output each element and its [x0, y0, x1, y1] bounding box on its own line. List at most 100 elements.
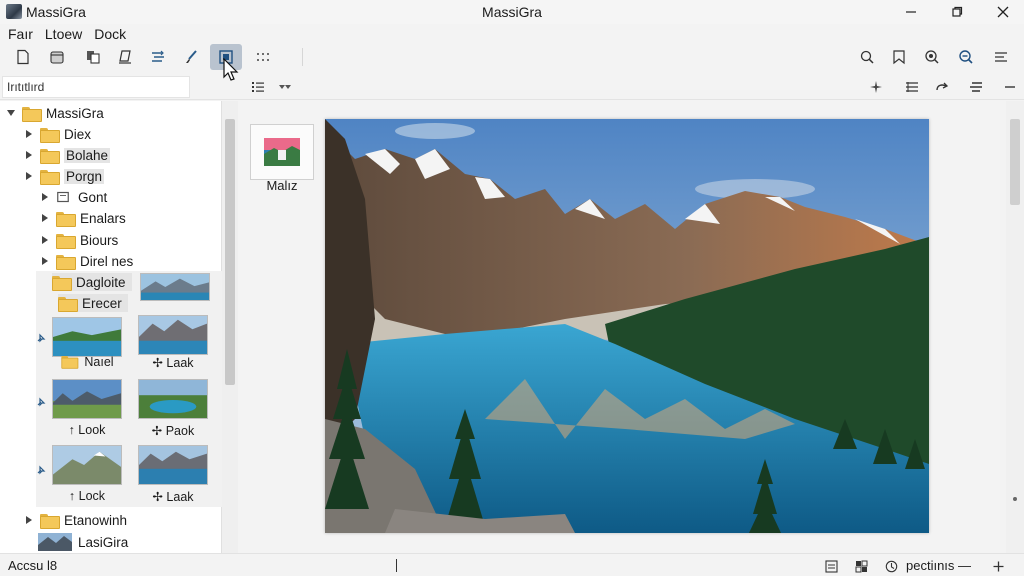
redo-icon[interactable]: [932, 78, 952, 96]
tree-item-bolahe[interactable]: Bolahe: [24, 145, 111, 165]
tree-item-label: Gont: [78, 189, 108, 205]
page-icon[interactable]: [822, 557, 840, 575]
status-bar: Accsu l8 pectiınıs —: [0, 553, 1024, 576]
tree-item-direl-nes[interactable]: Direl nes: [40, 251, 133, 271]
thumbnail-image[interactable]: [52, 445, 122, 485]
copy-icon[interactable]: [80, 44, 106, 70]
chevron-right-icon[interactable]: [24, 150, 34, 160]
tree-item-label: Bolahe: [64, 147, 111, 163]
plus-icon[interactable]: [989, 557, 1007, 575]
secondary-toolbar: [0, 74, 1024, 100]
tree-scrollbar[interactable]: [222, 101, 238, 553]
folder-icon: [56, 211, 76, 227]
content-scrollbar-thumb[interactable]: [1010, 119, 1020, 205]
menu-dock[interactable]: Dock: [94, 24, 126, 44]
filter-input[interactable]: [2, 76, 190, 98]
tree-item-diex[interactable]: Diex: [24, 124, 91, 144]
sparkle-icon[interactable]: [866, 78, 886, 96]
zoom-level-text: pectiınıs —: [906, 558, 972, 573]
pin-icon[interactable]: [36, 463, 46, 475]
grid-icon[interactable]: [250, 44, 276, 70]
chevron-right-icon[interactable]: [24, 515, 34, 525]
tree-item-label: Dagloite: [76, 274, 126, 290]
layout-icon[interactable]: [852, 557, 870, 575]
chevron-right-icon[interactable]: [24, 171, 34, 181]
tree-root-label: MassiGra: [46, 105, 104, 121]
title-bar: MassiGra MassiGra: [0, 0, 1024, 24]
tree-item-biours[interactable]: Biours: [40, 230, 118, 250]
status-text: Accsu l8: [8, 558, 58, 573]
pin-icon[interactable]: [36, 331, 46, 343]
close-button[interactable]: [980, 0, 1024, 24]
landscape-image: [325, 119, 929, 533]
minus-icon[interactable]: [1000, 78, 1020, 96]
minimize-button[interactable]: [888, 0, 934, 24]
tree-item-gont[interactable]: Gont: [40, 187, 107, 207]
tree-item-label: Direl nes: [80, 253, 134, 269]
new-file-icon[interactable]: [10, 44, 36, 70]
thumbnail-caption: Naıel: [48, 355, 126, 369]
menu-file[interactable]: Faır: [8, 24, 33, 44]
menu-bar: Faır Ltoew Dock: [0, 24, 1024, 44]
menu-view[interactable]: Ltoew: [45, 24, 82, 44]
chevron-down-icon[interactable]: [6, 108, 16, 118]
tree-item-porgn[interactable]: Porgn: [24, 166, 105, 186]
folder-icon: [61, 355, 79, 369]
list-view-icon[interactable]: [248, 78, 268, 96]
bookmark-icon[interactable]: [886, 44, 912, 70]
maximize-button[interactable]: [934, 0, 980, 24]
thumbnail-image[interactable]: [52, 379, 122, 419]
thumbnail-panel: Dagloite Erecer Naıel ✢ Laak ↑ Look ✢ Pa…: [36, 271, 222, 507]
tree-item-label: Diex: [64, 126, 92, 142]
tree-scrollbar-thumb[interactable]: [225, 119, 235, 385]
thumbnail-image[interactable]: [52, 317, 122, 357]
image-preview[interactable]: [325, 119, 929, 533]
align-icon[interactable]: [966, 78, 986, 96]
document-icon: [56, 191, 70, 203]
thumbnail-image[interactable]: [140, 273, 210, 301]
view-dropdown-icon[interactable]: [274, 78, 294, 96]
folder-icon: [56, 254, 76, 270]
pin-icon[interactable]: [36, 395, 46, 407]
folder-icon: [40, 513, 60, 529]
folder-icon: [52, 275, 72, 291]
thumbnail-image[interactable]: [138, 445, 208, 485]
zoom-in-icon[interactable]: [919, 44, 945, 70]
folder-icon: [40, 148, 60, 164]
thumbnail-image[interactable]: [138, 379, 208, 419]
chevron-right-icon[interactable]: [40, 235, 50, 245]
content-scrollbar[interactable]: [1006, 101, 1024, 553]
tree-item-etanowinh[interactable]: Etanowinh: [24, 510, 127, 530]
thumbnail-image[interactable]: [138, 315, 208, 355]
menu-icon[interactable]: [988, 44, 1014, 70]
tree-item-dagloite[interactable]: Dagloite: [52, 273, 132, 291]
eraser-icon[interactable]: [112, 44, 138, 70]
chevron-right-icon[interactable]: [40, 213, 50, 223]
file-thumbnail[interactable]: [250, 124, 314, 180]
tree-item-lasigira[interactable]: LasiGira: [38, 532, 128, 552]
tree-root[interactable]: MassiGra: [6, 103, 104, 123]
zoom-dial-icon[interactable]: [882, 557, 900, 575]
list-icon[interactable]: [902, 78, 922, 96]
app-window: MassiGra MassiGra Faır Ltoew Dock Irıtıt…: [0, 0, 1024, 576]
thumbnail-caption: ↑ Lock: [68, 489, 106, 503]
chevron-right-icon[interactable]: [24, 129, 34, 139]
brush-icon[interactable]: [178, 44, 204, 70]
transform-icon[interactable]: [145, 44, 171, 70]
folder-icon: [40, 169, 60, 185]
image-icon: [38, 533, 72, 551]
tree-item-label: Etanowinh: [64, 512, 128, 528]
thumbnail-caption: ✢ Paok: [151, 424, 195, 438]
search-icon[interactable]: [854, 44, 880, 70]
open-archive-icon[interactable]: [44, 44, 70, 70]
image-file-icon: [264, 138, 300, 166]
zoom-out-icon[interactable]: [953, 44, 979, 70]
thumbnail-caption: ✢ Laak: [152, 356, 194, 370]
scroll-marker: [1013, 497, 1017, 501]
tree-item-label: Enalars: [80, 210, 126, 226]
folder-icon: [58, 296, 78, 312]
tree-item-enalars[interactable]: Enalars: [40, 208, 126, 228]
tree-item-erecer[interactable]: Erecer: [58, 294, 128, 312]
chevron-right-icon[interactable]: [40, 192, 50, 202]
chevron-right-icon[interactable]: [40, 256, 50, 266]
